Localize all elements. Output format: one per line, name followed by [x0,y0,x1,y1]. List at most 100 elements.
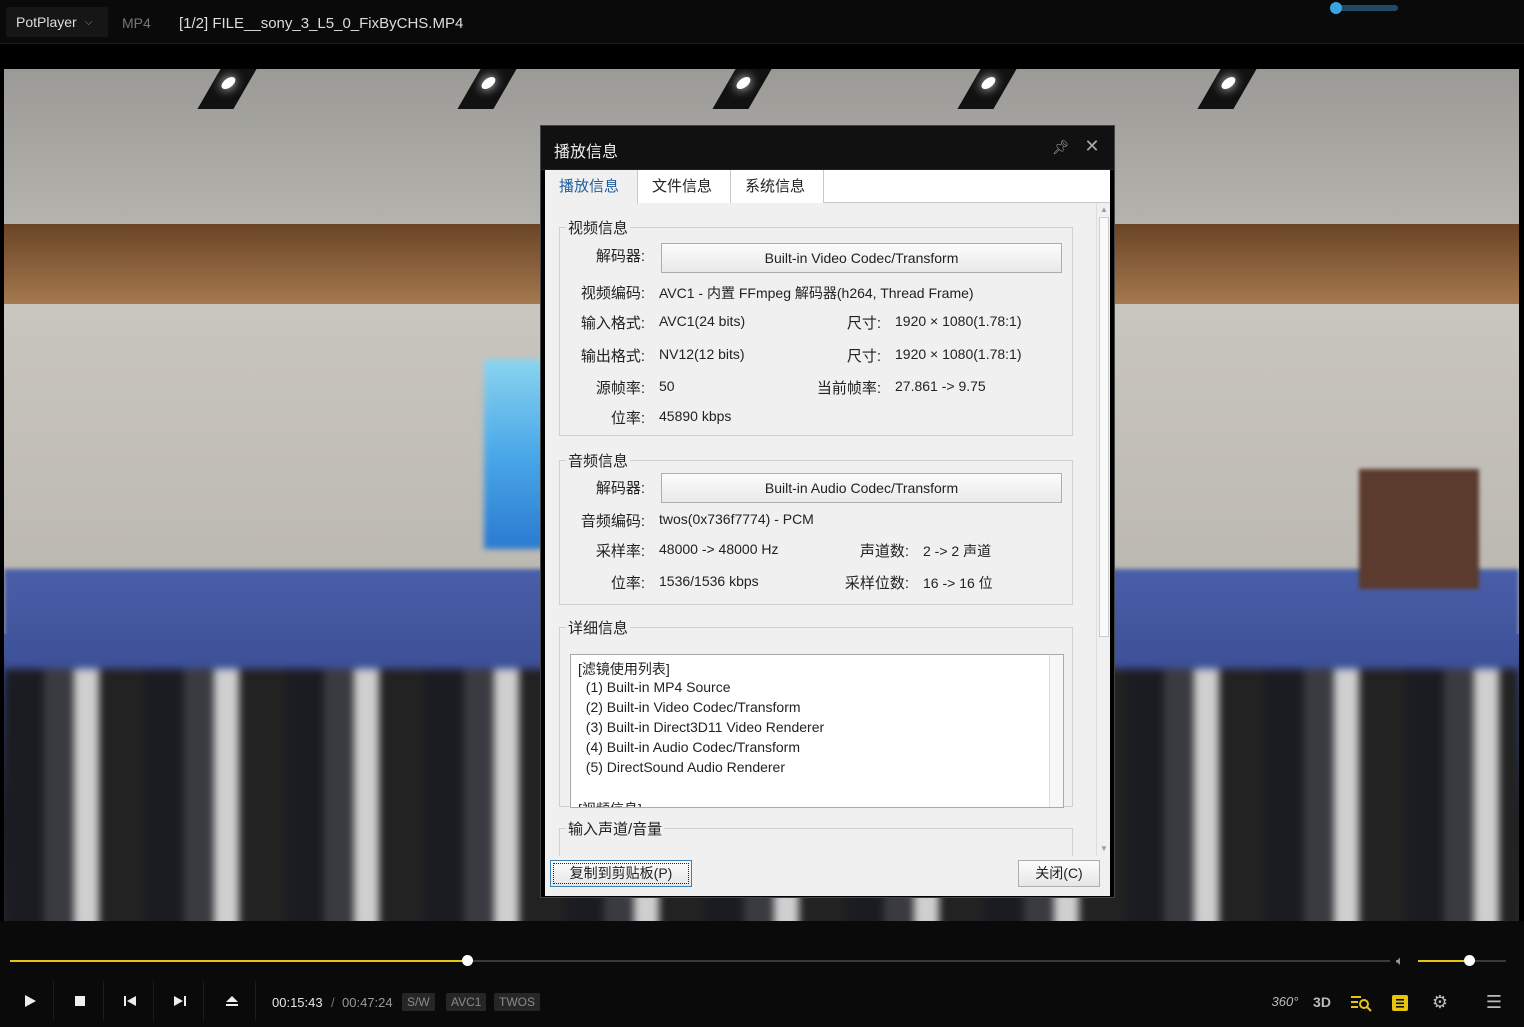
output-format-label: 输出格式: [580,348,645,365]
pin-icon[interactable]: 📌︎ [1052,139,1070,157]
scroll-up-icon[interactable]: ▲ [1097,203,1110,217]
input-size-value: 1920 × 1080(1.78:1) [895,313,1022,329]
volume-knob[interactable] [1464,955,1476,966]
stop-icon [74,996,85,1007]
container-format-label: MP4 [122,15,151,31]
title-bar: PotPlayer ⌵ MP4 [1/2] FILE__sony_3_L5_0_… [0,0,1524,44]
input-format-value: AVC1(24 bits) [659,313,746,329]
dialog-tabs: 播放信息 文件信息 系统信息 [545,170,1110,204]
dialog-footer: 复制到剪贴板(P) 关闭(C) [545,856,1110,896]
details-textbox[interactable]: [滤镜使用列表] (1) Built-in MP4 Source (2) Bui… [570,654,1064,808]
audio-codec-label: 音频编码: [580,513,645,530]
audio-bitrate-value: 1536/1536 kbps [659,573,759,589]
control-bar: 🔈︎ 00:15:43 / 00:47:24 S/W AVC1 TWOS 360… [0,921,1524,1027]
details-group: 详细信息 [滤镜使用列表] (1) Built-in MP4 Source (2… [559,617,1073,808]
audio-decoder-button[interactable]: Built-in Audio Codec/Transform [661,473,1062,503]
sample-bits-value: 16 -> 16 位 [923,575,993,591]
tab-playback-info[interactable]: 播放信息 [545,170,638,204]
details-line: (2) Built-in Video Codec/Transform [578,699,801,715]
stop-button[interactable] [56,981,104,1021]
scrollbar-thumb[interactable] [1099,217,1109,637]
video-bitrate-value: 45890 kbps [659,408,732,424]
audio-codec-value: twos(0x736f7774) - PCM [659,511,814,527]
audio-decoder-label: 解码器: [595,480,645,497]
gear-icon[interactable]: ⚙ [1428,989,1452,1015]
close-icon[interactable]: ✕ [1082,136,1102,156]
decoder-mode-badge[interactable]: S/W [402,993,435,1011]
volume-icon[interactable]: 🔈︎ [1396,953,1404,969]
video-codec-value: AVC1 - 内置 FFmpeg 解码器(h264, Thread Frame) [659,285,974,301]
app-name: PotPlayer [16,14,77,30]
channels-value: 2 -> 2 声道 [923,543,992,559]
source-fps-value: 50 [659,378,675,394]
current-fps-value: 27.861 -> 9.75 [895,378,986,394]
video-info-legend: 视频信息 [568,220,629,237]
app-menu-button[interactable]: PotPlayer ⌵ [6,7,108,37]
next-button[interactable] [156,981,204,1021]
output-format-value: NV12(12 bits) [659,346,745,362]
tab-system-info[interactable]: 系统信息 [731,170,824,203]
details-line: (1) Built-in MP4 Source [578,679,731,695]
scroll-down-icon[interactable]: ▼ [1097,842,1110,856]
sample-bits-label: 采样位数: [844,575,909,592]
seek-progress [10,960,468,962]
output-size-label: 尺寸: [846,348,881,365]
details-scrollbar[interactable] [1049,655,1063,807]
video-bitrate-label: 位率: [610,410,645,427]
video-codec-badge[interactable]: AVC1 [446,993,487,1011]
source-fps-label: 源帧率: [595,380,645,397]
3d-icon[interactable]: 3D [1308,989,1336,1015]
current-time: 00:15:43 [272,995,323,1010]
info-scrollbar[interactable]: ▲ ▼ [1096,203,1110,856]
volume-level [1418,960,1470,962]
audio-info-legend: 音频信息 [568,453,629,470]
video-cabinet [1359,469,1479,589]
playlist-search-icon[interactable] [1348,989,1374,1015]
input-size-label: 尺寸: [846,315,881,332]
input-format-label: 输入格式: [580,315,645,332]
details-line: [视频信息] [578,799,642,807]
video-codec-label: 视频编码: [580,285,645,302]
copy-to-clipboard-button[interactable]: 复制到剪贴板(P) [550,860,692,887]
file-title: [1/2] FILE__sony_3_L5_0_FixByCHS.MP4 [179,15,464,32]
output-size-value: 1920 × 1080(1.78:1) [895,346,1022,362]
input-levels-legend: 输入声道/音量 [568,821,663,838]
previous-icon [123,996,136,1007]
seek-bar[interactable] [10,955,1390,966]
video-decoder-button[interactable]: Built-in Video Codec/Transform [661,243,1062,273]
details-line: (4) Built-in Audio Codec/Transform [578,739,801,755]
info-scroll-pane[interactable]: 视频信息 解码器: Built-in Video Codec/Transform… [545,203,1110,856]
details-line: (3) Built-in Direct3D11 Video Renderer [578,719,825,735]
playback-info-dialog: 播放信息 📌︎ ✕ 播放信息 文件信息 系统信息 视频信息 解码器: Built… [540,125,1115,898]
seek-knob[interactable] [462,955,474,966]
audio-bitrate-label: 位率: [610,575,645,592]
total-time: 00:47:24 [342,995,393,1010]
audio-codec-badge[interactable]: TWOS [494,993,540,1011]
dialog-header[interactable]: 播放信息 📌︎ ✕ [541,126,1114,170]
info-panel-icon[interactable] [1388,989,1412,1015]
tab-file-info[interactable]: 文件信息 [638,170,731,203]
open-file-button[interactable] [208,981,256,1021]
play-icon [24,995,36,1008]
dialog-body: 播放信息 文件信息 系统信息 视频信息 解码器: Built-in Video … [545,170,1110,896]
next-icon [173,996,186,1007]
input-levels-group: 输入声道/音量 [559,818,1073,856]
menu-icon[interactable]: ☰ [1482,989,1506,1015]
play-button[interactable] [6,981,54,1021]
dialog-title: 播放信息 [554,144,619,161]
eject-icon [225,996,238,1007]
samplerate-value: 48000 -> 48000 Hz [659,541,779,557]
vr-360-icon[interactable]: 360° [1268,989,1302,1015]
volume-bar[interactable] [1418,955,1506,966]
close-button[interactable]: 关闭(C) [1018,860,1100,887]
details-legend: 详细信息 [568,620,629,637]
current-fps-label: 当前帧率: [816,380,881,397]
channels-label: 声道数: [859,543,909,560]
details-line: (5) DirectSound Audio Renderer [578,759,785,775]
top-slider-knob[interactable] [1330,2,1342,14]
samplerate-label: 采样率: [595,543,645,560]
time-separator: / [331,995,335,1010]
previous-button[interactable] [106,981,154,1021]
chevron-down-icon: ⌵ [84,16,93,28]
top-slider[interactable] [1330,2,1398,14]
